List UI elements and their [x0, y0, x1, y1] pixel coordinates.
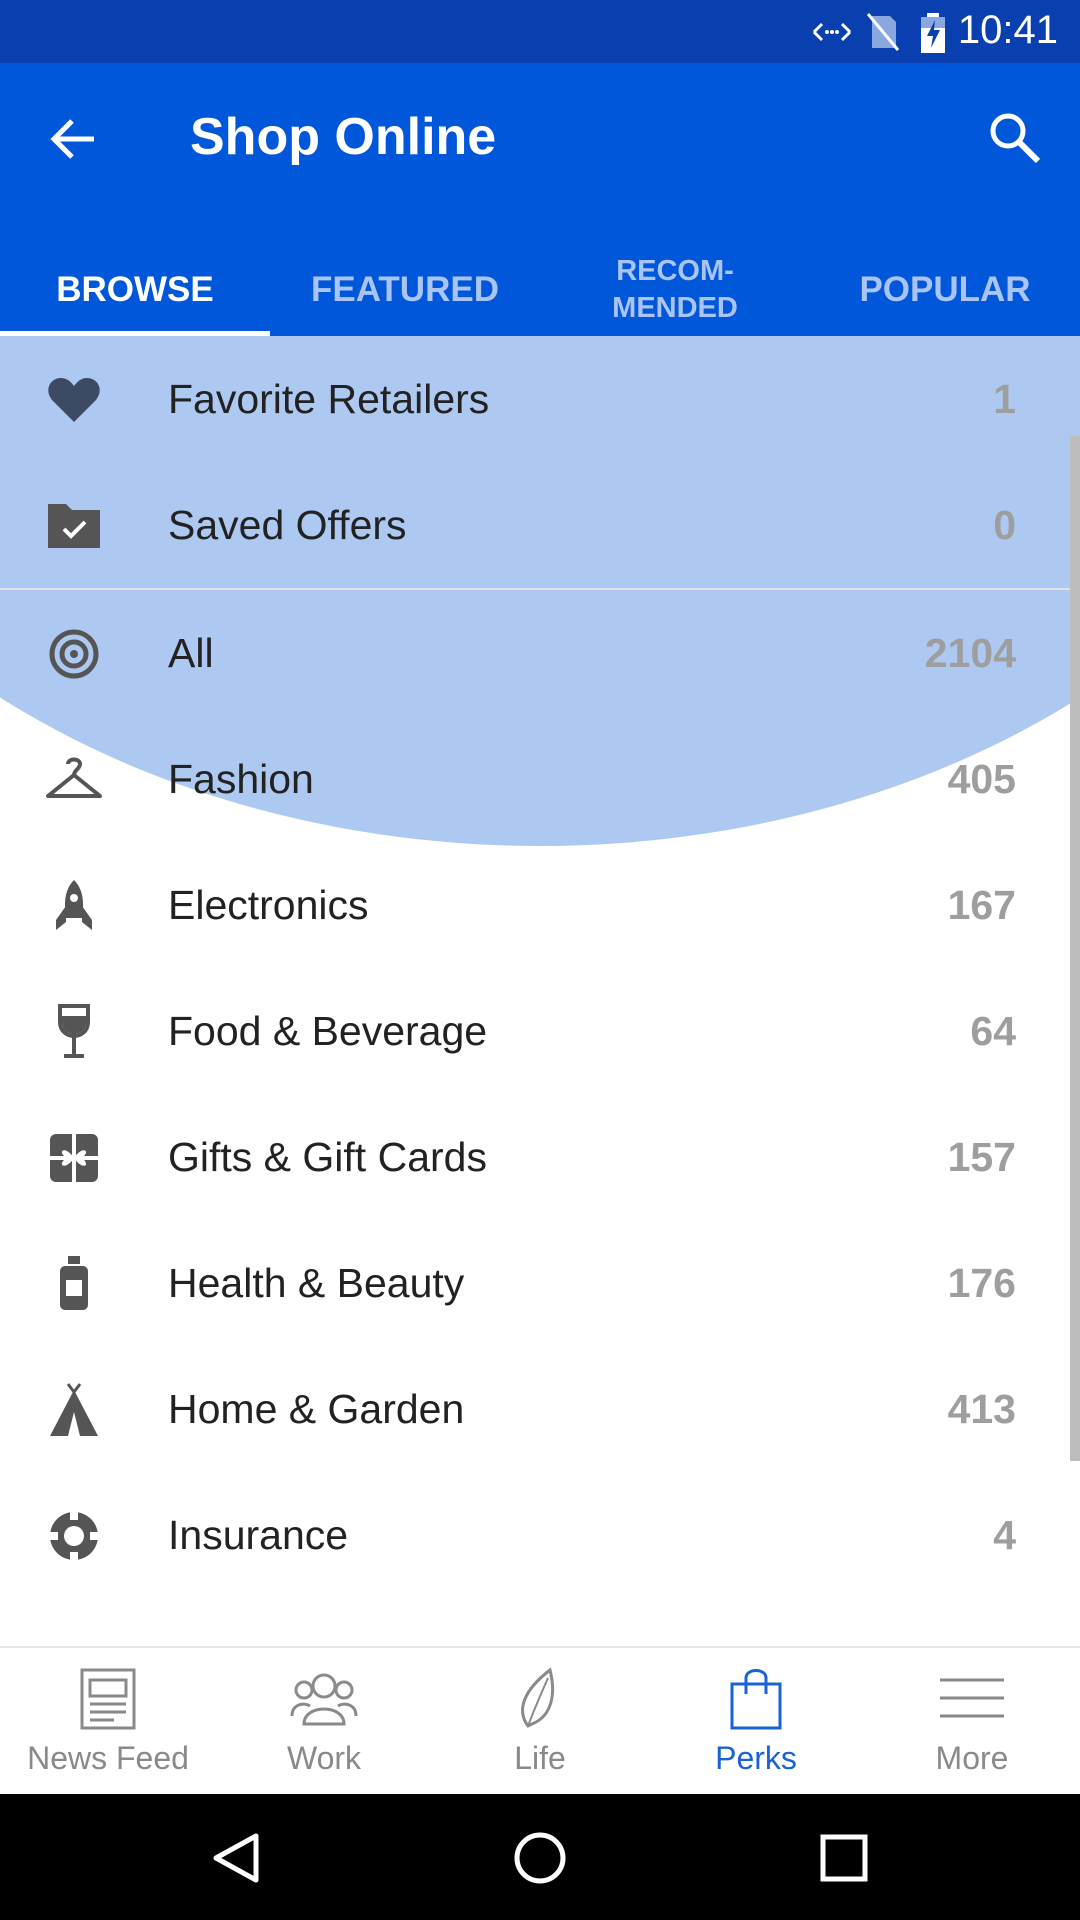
list-item-count: 2104	[924, 630, 1016, 676]
lifebuoy-icon	[50, 1512, 98, 1560]
tab-bar: BROWSE FEATURED RECOM- MENDED POPULAR	[0, 243, 1080, 336]
bottle-icon	[60, 1256, 88, 1310]
list-item-gifts[interactable]: Gifts & Gift Cards 157	[0, 1094, 1080, 1220]
list-item-saved-offers[interactable]: Saved Offers 0	[0, 462, 1080, 588]
list-item-food-beverage[interactable]: Food & Beverage 64	[0, 968, 1080, 1094]
list-item-count: 405	[947, 756, 1016, 802]
list-item-all[interactable]: All 2104	[0, 590, 1080, 716]
list-item-count: 1	[993, 376, 1016, 422]
list-item-label: All	[168, 630, 214, 676]
people-icon	[290, 1673, 358, 1726]
nav-label: Work	[286, 1740, 362, 1776]
nav-work[interactable]: Work	[216, 1648, 432, 1796]
system-navigation-bar	[0, 1794, 1080, 1920]
tab-recommended[interactable]: RECOM- MENDED	[540, 243, 810, 336]
list-item-count: 0	[993, 502, 1016, 548]
home-circle-icon[interactable]	[510, 1828, 570, 1888]
list-item-home-garden[interactable]: Home & Garden 413	[0, 1346, 1080, 1472]
list-item-fashion[interactable]: Fashion 405	[0, 716, 1080, 842]
list-item-count: 4	[993, 1512, 1016, 1558]
list-item-count: 167	[947, 882, 1016, 928]
nav-label: More	[935, 1740, 1009, 1776]
list-item-health-beauty[interactable]: Health & Beauty 176	[0, 1220, 1080, 1346]
nav-more[interactable]: More	[864, 1648, 1080, 1796]
nav-label: Perks	[715, 1740, 797, 1776]
app-bar: Shop Online BROWSE FEATURED RECOM- MENDE…	[0, 63, 1080, 336]
gift-icon	[50, 1134, 98, 1182]
tab-featured[interactable]: FEATURED	[270, 243, 540, 336]
list-item-label: Food & Beverage	[168, 1008, 488, 1054]
back-triangle-icon[interactable]	[206, 1828, 266, 1888]
leaf-icon	[521, 1667, 554, 1728]
list-item-label: Electronics	[168, 882, 369, 928]
nav-perks[interactable]: Perks	[648, 1648, 864, 1796]
page-title: Shop Online	[190, 108, 497, 166]
list-item-count: 157	[947, 1134, 1016, 1180]
list-item-label: Favorite Retailers	[168, 376, 490, 422]
newspaper-icon	[80, 1668, 136, 1730]
folder-check-icon	[48, 504, 100, 548]
back-arrow-icon[interactable]	[46, 111, 102, 167]
list-item-count: 176	[947, 1260, 1016, 1306]
hanger-icon	[46, 757, 102, 798]
menu-icon	[940, 1678, 1004, 1718]
tent-icon	[50, 1383, 98, 1436]
recents-square-icon[interactable]	[814, 1828, 874, 1888]
list-item-electronics[interactable]: Electronics 167	[0, 842, 1080, 968]
list-item-favorite-retailers[interactable]: Favorite Retailers 1	[0, 336, 1080, 462]
data-transfer-icon	[812, 22, 852, 42]
tab-popular[interactable]: POPULAR	[810, 243, 1080, 336]
list-item-label: Saved Offers	[168, 502, 407, 548]
list-item-label: Fashion	[168, 756, 314, 802]
nav-label: Life	[514, 1740, 566, 1776]
list-item-label: Health & Beauty	[168, 1260, 465, 1306]
scrollbar[interactable]	[1070, 436, 1080, 1461]
status-time: 10:41	[957, 8, 1058, 52]
list-item-count: 64	[970, 1008, 1016, 1054]
nav-label: News Feed	[27, 1740, 189, 1776]
wine-glass-icon	[58, 1004, 90, 1058]
list-item-label: Home & Garden	[168, 1386, 465, 1432]
list-item-insurance[interactable]: Insurance 4	[0, 1472, 1080, 1598]
list-item-label: Insurance	[168, 1512, 349, 1558]
tab-browse[interactable]: BROWSE	[0, 243, 270, 336]
no-sim-icon	[866, 13, 900, 51]
nav-life[interactable]: Life	[432, 1648, 648, 1796]
list-item-count: 413	[947, 1386, 1016, 1432]
list-item-label: Gifts & Gift Cards	[168, 1134, 487, 1180]
target-icon	[49, 629, 99, 679]
bottom-navigation: News Feed Work Life Perks More	[0, 1646, 1080, 1796]
rocket-icon	[56, 880, 92, 930]
nav-news-feed[interactable]: News Feed	[0, 1648, 216, 1796]
status-bar: 10:41	[0, 0, 1080, 63]
search-icon[interactable]	[984, 107, 1044, 167]
battery-charging-icon	[921, 13, 945, 53]
heart-icon	[48, 378, 100, 422]
category-list: Favorite Retailers 1 Saved Offers 0 All …	[0, 336, 1080, 1646]
shopping-bag-icon	[730, 1669, 782, 1730]
